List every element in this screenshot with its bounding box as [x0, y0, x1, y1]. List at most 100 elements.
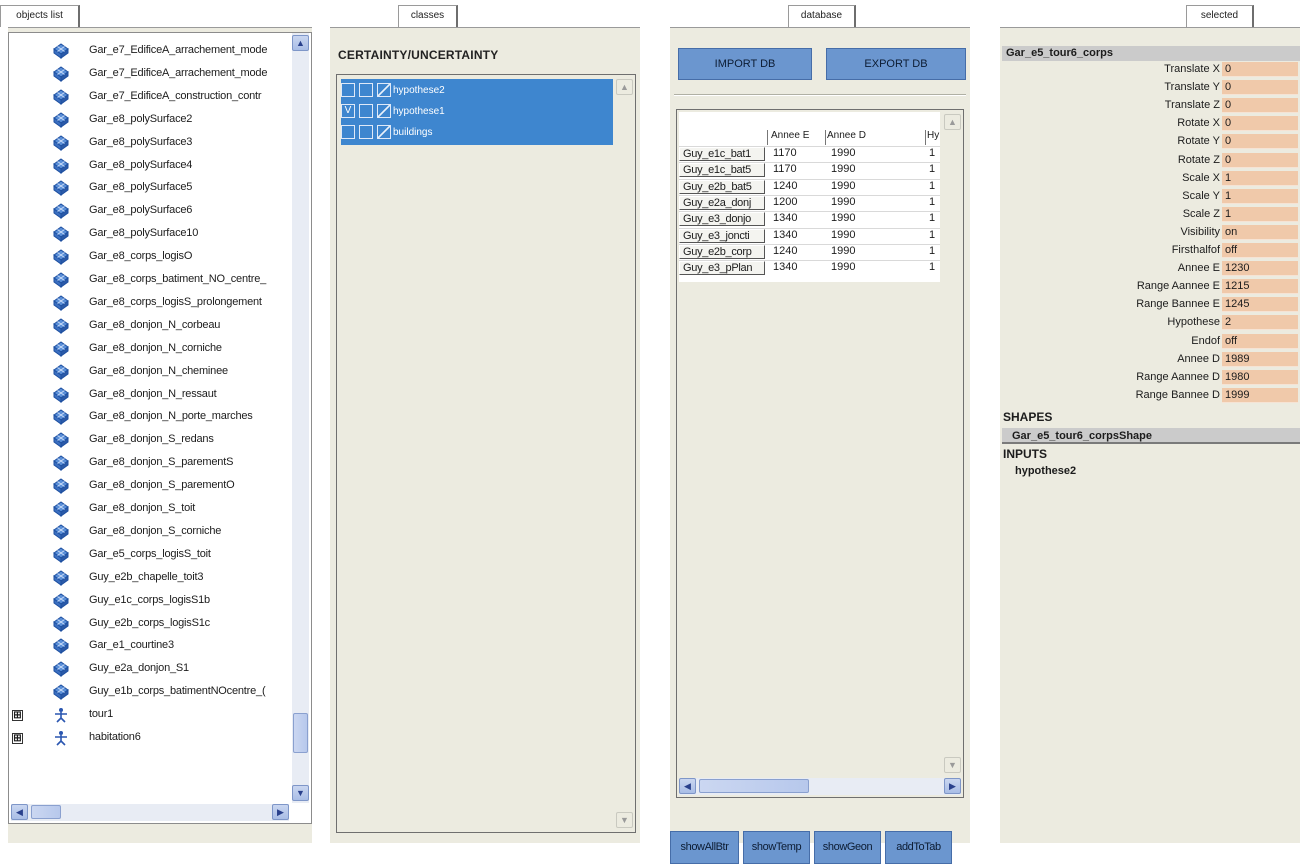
attribute-value-field[interactable]: 1989: [1222, 351, 1298, 367]
object-list-item[interactable]: Gar_e8_polySurface5: [9, 178, 279, 198]
attribute-row[interactable]: Annee E 1230: [1000, 261, 1298, 277]
lock-checkbox[interactable]: [359, 104, 373, 118]
object-list-item[interactable]: Gar_e7_EdificeA_arrachement_mode: [9, 64, 279, 84]
cell-annee-d[interactable]: 1990: [831, 196, 855, 208]
cell-annee-d[interactable]: 1990: [831, 147, 855, 159]
table-row[interactable]: Guy_e2a_donj 1200 1990 1: [679, 194, 940, 210]
scroll-up-button[interactable]: ▲: [616, 79, 633, 95]
attribute-row[interactable]: Range Bannee E 1245: [1000, 297, 1298, 313]
scroll-up-button[interactable]: ▲: [292, 35, 309, 51]
attribute-value-field[interactable]: 1215: [1222, 279, 1298, 295]
shape-item[interactable]: Gar_e5_tour6_corpsShape: [1002, 428, 1300, 444]
attribute-value-field[interactable]: 0: [1222, 62, 1298, 77]
column-divider[interactable]: [925, 130, 926, 145]
database-table[interactable]: Annee E Annee D Hy Guy_e1c_bat1 1170 1990 1…: [679, 112, 940, 282]
scroll-left-button[interactable]: ◀: [11, 804, 28, 820]
object-list-item[interactable]: Gar_e8_donjon_S_parementS: [9, 453, 279, 473]
object-list-item[interactable]: Gar_e7_EdificeA_arrachement_mode: [9, 41, 279, 61]
attribute-value-field[interactable]: 1: [1222, 188, 1298, 204]
scroll-down-button[interactable]: ▼: [616, 812, 633, 828]
cell-annee-d[interactable]: 1990: [831, 212, 855, 224]
cell-annee-d[interactable]: 1990: [831, 229, 855, 241]
object-list-item[interactable]: Gar_e8_donjon_N_porte_marches: [9, 407, 279, 427]
attribute-value-field[interactable]: 1245: [1222, 297, 1298, 313]
attribute-value-field[interactable]: on: [1222, 224, 1298, 240]
attribute-value-field[interactable]: 1230: [1222, 261, 1298, 277]
cell-annee-e[interactable]: 1240: [773, 245, 797, 257]
object-list-item[interactable]: Gar_e8_polySurface4: [9, 156, 279, 176]
row-header[interactable]: Guy_e1c_bat1: [679, 147, 765, 161]
cell-annee-e[interactable]: 1340: [773, 229, 797, 241]
attribute-row[interactable]: Translate Y0: [1000, 80, 1298, 96]
object-list-item[interactable]: Gar_e8_corps_logisS_prolongement: [9, 293, 279, 313]
attribute-value-field[interactable]: off: [1222, 333, 1298, 349]
scroll-left-button[interactable]: ◀: [679, 778, 696, 794]
attribute-value-field[interactable]: 1: [1222, 170, 1298, 186]
object-list-item[interactable]: Gar_e8_polySurface6: [9, 201, 279, 221]
scroll-right-button[interactable]: ▶: [944, 778, 961, 794]
attribute-row[interactable]: Scale X1: [1000, 170, 1298, 186]
lock-checkbox[interactable]: [359, 83, 373, 97]
class-item-buildings[interactable]: buildings: [341, 123, 432, 141]
row-header[interactable]: Guy_e2b_corp: [679, 244, 765, 259]
column-header-annee-d[interactable]: Annee D: [827, 130, 866, 144]
table-row[interactable]: Guy_e3_donjo 1340 1990 1: [679, 211, 940, 227]
object-list-item[interactable]: Guy_e1c_corps_logisS1b: [9, 591, 279, 611]
tab-classes[interactable]: classes: [398, 5, 458, 27]
attribute-row[interactable]: Rotate Z0: [1000, 152, 1298, 168]
attribute-row[interactable]: Visibility on: [1000, 224, 1298, 240]
table-row[interactable]: Guy_e2b_bat5 1240 1990 1: [679, 178, 940, 194]
object-list-item[interactable]: Gar_e8_corps_logisO: [9, 247, 279, 267]
cell-annee-e[interactable]: 1340: [773, 212, 797, 224]
cell-annee-d[interactable]: 1990: [831, 163, 855, 175]
cell-hy[interactable]: 1: [929, 245, 935, 257]
class-item-hypothese1[interactable]: V hypothese1: [341, 102, 445, 120]
column-header-annee-e[interactable]: Annee E: [771, 130, 809, 144]
object-list-item[interactable]: Guy_e2b_chapelle_toit3: [9, 568, 279, 588]
object-list-item[interactable]: Gar_e8_donjon_N_corbeau: [9, 316, 279, 336]
attribute-row[interactable]: Scale Y1: [1000, 188, 1298, 204]
scroll-thumb[interactable]: [293, 713, 308, 753]
object-list-item[interactable]: Gar_e5_corps_logisS_toit: [9, 545, 279, 565]
object-list-item[interactable]: Gar_e8_donjon_N_cheminee: [9, 362, 279, 382]
attribute-row[interactable]: Rotate X0: [1000, 116, 1298, 132]
table-row[interactable]: Guy_e1c_bat1 1170 1990 1: [679, 146, 940, 161]
attribute-value-field[interactable]: 0: [1222, 98, 1298, 114]
row-header[interactable]: Guy_e3_donjo: [679, 212, 765, 227]
attribute-value-field[interactable]: 1: [1222, 206, 1298, 222]
attribute-row[interactable]: Scale Z1: [1000, 206, 1298, 222]
export-db-button[interactable]: EXPORT DB: [826, 48, 966, 80]
object-list-item[interactable]: Guy_e2a_donjon_S1: [9, 659, 279, 679]
object-list-item[interactable]: Gar_e8_donjon_N_ressaut: [9, 385, 279, 405]
object-list-item[interactable]: Guy_e2b_corps_logisS1c: [9, 614, 279, 634]
object-list-item[interactable]: Gar_e8_corps_batiment_NO_centre_: [9, 270, 279, 290]
cell-annee-e[interactable]: 1200: [773, 196, 797, 208]
attribute-value-field[interactable]: 2: [1222, 315, 1298, 331]
tab-database[interactable]: database: [788, 5, 856, 27]
cell-annee-d[interactable]: 1990: [831, 245, 855, 257]
scroll-right-button[interactable]: ▶: [272, 804, 289, 820]
attribute-row[interactable]: Range Bannee D 1999: [1000, 387, 1298, 403]
row-header[interactable]: Guy_e3_pPlan: [679, 261, 765, 276]
row-header[interactable]: Guy_e3_joncti: [679, 228, 765, 243]
cell-hy[interactable]: 1: [929, 147, 935, 159]
cell-annee-e[interactable]: 1340: [773, 261, 797, 273]
object-list-item[interactable]: Gar_e8_polySurface3: [9, 133, 279, 153]
attribute-row[interactable]: Hypothese 2: [1000, 315, 1298, 331]
object-list-item[interactable]: Guy_e1b_corps_batimentNOcentre_(: [9, 682, 279, 702]
show-temp-button[interactable]: showTemp: [743, 831, 810, 864]
db-vertical-scrollbar[interactable]: ▲ ▼: [944, 112, 961, 775]
row-header[interactable]: Guy_e2b_bat5: [679, 179, 765, 194]
attribute-row[interactable]: Range Aannee D 1980: [1000, 369, 1298, 385]
import-db-button[interactable]: IMPORT DB: [678, 48, 812, 80]
attribute-row[interactable]: Firsthalfof off: [1000, 243, 1298, 258]
hscroll-thumb[interactable]: [699, 779, 809, 793]
table-row[interactable]: Guy_e3_pPlan 1340 1990 1: [679, 260, 940, 276]
visibility-checkbox[interactable]: V: [341, 104, 355, 118]
object-list-item[interactable]: Gar_e8_donjon_S_toit: [9, 499, 279, 519]
db-horizontal-scrollbar[interactable]: ◀ ▶: [679, 778, 961, 795]
cell-hy[interactable]: 1: [929, 196, 935, 208]
visibility-checkbox[interactable]: [341, 125, 355, 139]
object-list-item[interactable]: Gar_e8_polySurface2: [9, 110, 279, 130]
object-list-item[interactable]: Gar_e8_donjon_S_corniche: [9, 522, 279, 542]
